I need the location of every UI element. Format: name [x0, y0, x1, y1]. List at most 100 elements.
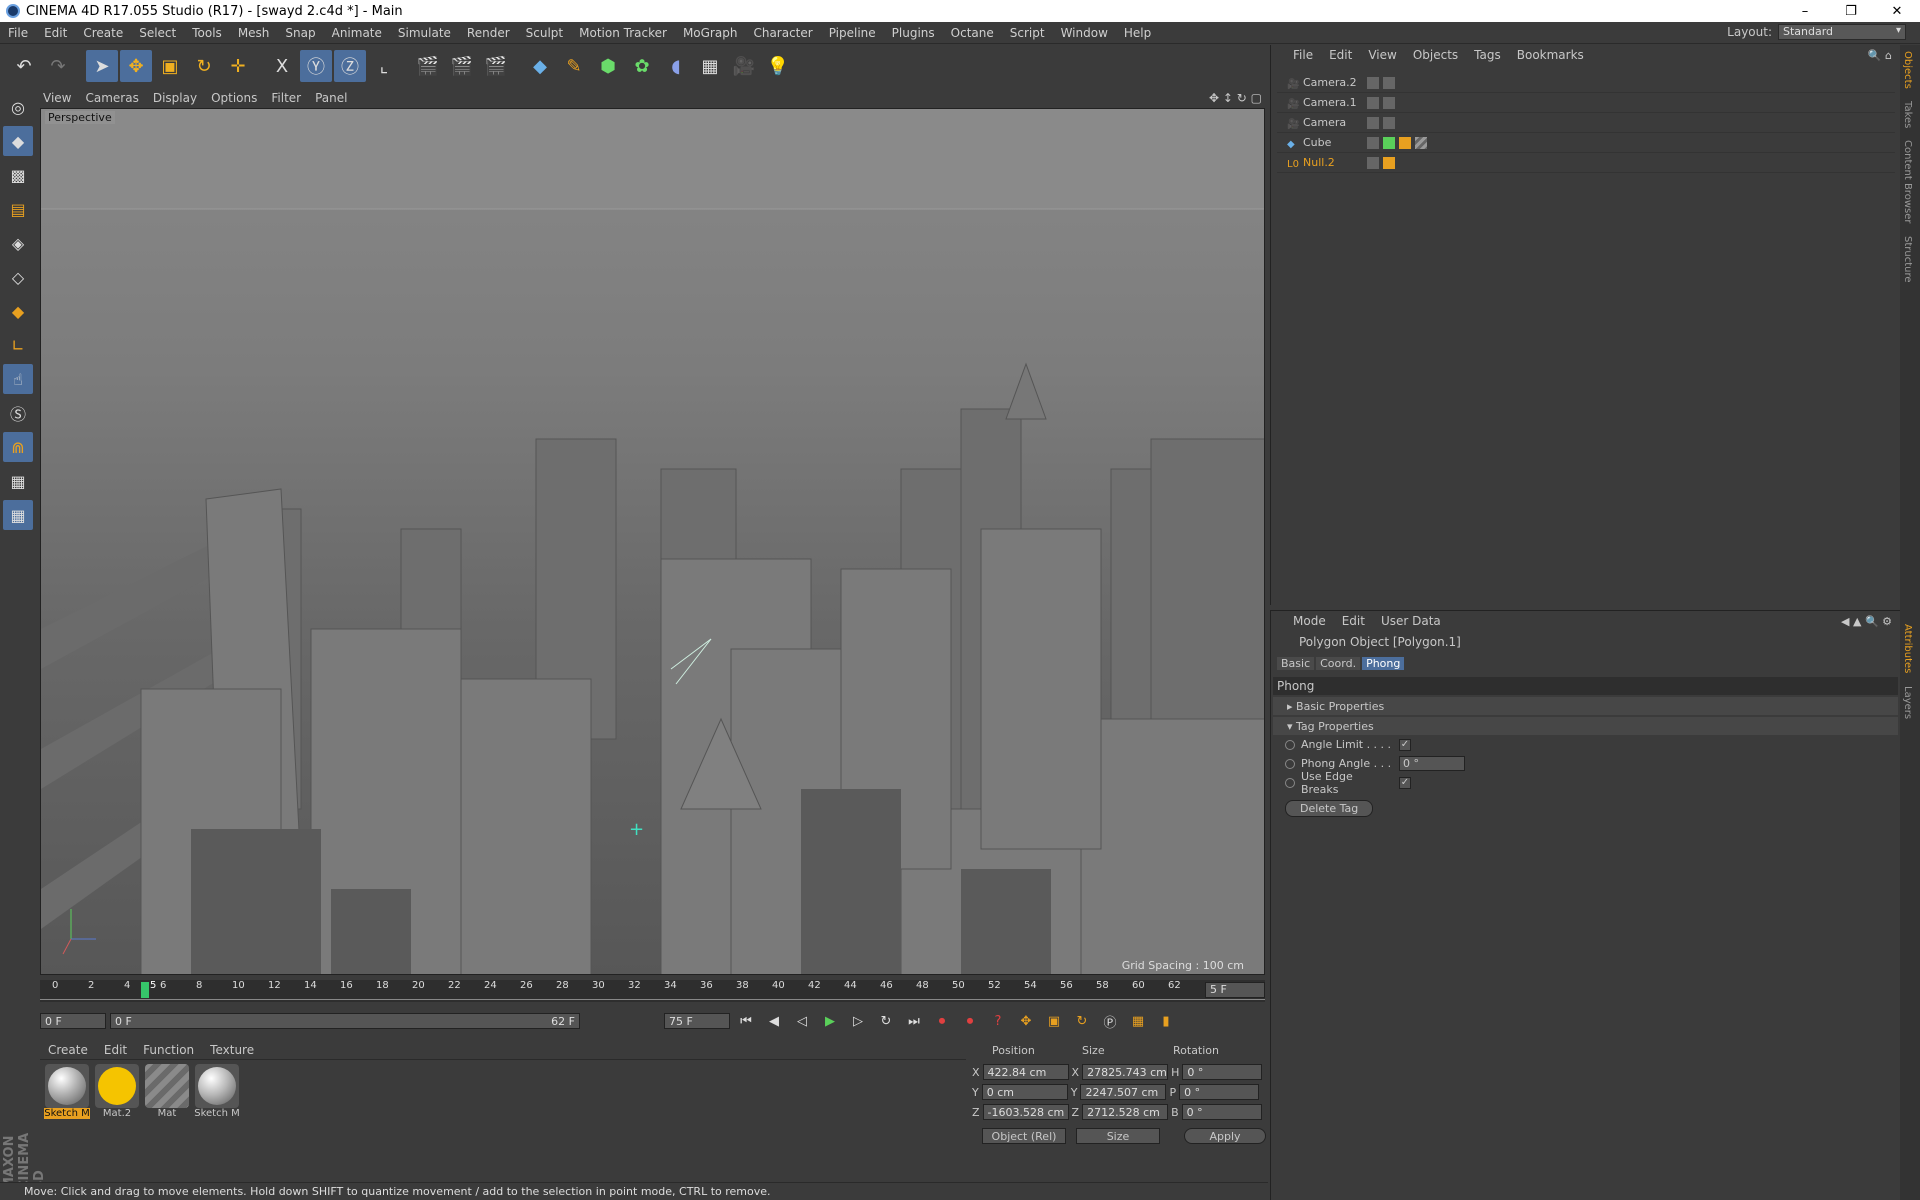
object-row-camera-2[interactable]: 🎥 Camera.2 — [1277, 73, 1895, 93]
render-view-icon[interactable]: 🎬 — [412, 50, 444, 82]
material-menu-edit[interactable]: Edit — [96, 1043, 135, 1057]
render-settings-icon[interactable]: 🎬 — [480, 50, 512, 82]
menu-mograph[interactable]: MoGraph — [675, 26, 746, 40]
menu-create[interactable]: Create — [75, 26, 131, 40]
solo-icon[interactable]: Ⓢ — [3, 398, 33, 428]
apply-button[interactable]: Apply — [1184, 1128, 1266, 1144]
key-rotation-icon[interactable]: ↻ — [1070, 1009, 1094, 1033]
key-param-icon[interactable]: Ⓟ — [1098, 1009, 1122, 1033]
position-x-field[interactable]: 422.84 cm — [982, 1064, 1069, 1080]
angle-limit-checkbox[interactable]: ✓ — [1399, 738, 1411, 751]
coordinate-system-icon[interactable]: ⌞ — [368, 50, 400, 82]
menu-sculpt[interactable]: Sculpt — [518, 26, 571, 40]
texture-mode-icon[interactable]: ▩ — [3, 160, 33, 190]
minimize-button[interactable]: – — [1782, 0, 1828, 22]
tweak-mode-icon[interactable]: ☝ — [3, 364, 33, 394]
menu-file[interactable]: File — [0, 26, 36, 40]
planar-workplane-icon[interactable]: ▦ — [3, 500, 33, 530]
model-mode-icon[interactable]: ◆ — [3, 126, 33, 156]
timeline-ruler[interactable]: 0 2 4 6 8 10 12 14 16 18 20 22 24 26 28 … — [40, 980, 1265, 1002]
menu-edit[interactable]: Edit — [36, 26, 75, 40]
om-menu-edit[interactable]: Edit — [1321, 48, 1360, 62]
side-tab-objects[interactable]: Objects — [1900, 45, 1915, 95]
material-menu-texture[interactable]: Texture — [202, 1043, 262, 1057]
keyframe-selection-icon[interactable]: ? — [986, 1009, 1010, 1033]
menu-octane[interactable]: Octane — [943, 26, 1002, 40]
animate-radio-icon[interactable] — [1285, 777, 1295, 788]
viewport-menu-filter[interactable]: Filter — [264, 91, 308, 105]
edges-mode-icon[interactable]: ◇ — [3, 262, 33, 292]
light-icon[interactable]: 💡 — [762, 50, 794, 82]
menu-mesh[interactable]: Mesh — [230, 26, 278, 40]
menu-motion-tracker[interactable]: Motion Tracker — [571, 26, 675, 40]
position-z-field[interactable]: -1603.528 cm — [982, 1104, 1069, 1120]
side-tab-structure[interactable]: Structure — [1900, 230, 1915, 289]
key-pla-icon[interactable]: ▦ — [1126, 1009, 1150, 1033]
axis-mode-icon[interactable]: ∟ — [3, 330, 33, 360]
scale-tool-icon[interactable]: ▣ — [154, 50, 186, 82]
size-y-field[interactable]: 2247.507 cm — [1080, 1084, 1167, 1100]
render-picture-viewer-icon[interactable]: 🎬 — [446, 50, 478, 82]
group-basic-properties[interactable]: ▸ Basic Properties — [1273, 697, 1898, 715]
menu-plugins[interactable]: Plugins — [884, 26, 943, 40]
object-row-camera[interactable]: 🎥 Camera — [1277, 113, 1895, 133]
timeline-window-icon[interactable]: ▮ — [1154, 1009, 1178, 1033]
menu-snap[interactable]: Snap — [277, 26, 323, 40]
rotate-tool-icon[interactable]: ↻ — [188, 50, 220, 82]
object-row-cube[interactable]: ◆ Cube — [1277, 133, 1895, 153]
move-tool-icon[interactable]: ✥ — [120, 50, 152, 82]
viewport-menu-panel[interactable]: Panel — [308, 91, 354, 105]
x-axis-icon[interactable]: X — [266, 50, 298, 82]
menu-animate[interactable]: Animate — [324, 26, 390, 40]
next-frame-icon[interactable]: ▷ — [846, 1009, 870, 1033]
object-row-null-2[interactable]: L0 Null.2 — [1277, 153, 1895, 173]
subdivision-icon[interactable]: ⬢ — [592, 50, 624, 82]
group-tag-properties[interactable]: ▾ Tag Properties — [1273, 717, 1898, 735]
material-sketch-1[interactable]: Sketch M — [44, 1064, 90, 1119]
rotation-h-field[interactable]: 0 ° — [1182, 1064, 1263, 1080]
floor-icon[interactable]: ▦ — [694, 50, 726, 82]
om-menu-tags[interactable]: Tags — [1466, 48, 1509, 62]
select-tool-icon[interactable]: ➤ — [86, 50, 118, 82]
layout-dropdown[interactable]: Standard — [1778, 24, 1906, 40]
animate-radio-icon[interactable] — [1285, 758, 1295, 769]
goto-next-key-icon[interactable]: ↻ — [874, 1009, 898, 1033]
redo-icon[interactable]: ↷ — [42, 50, 74, 82]
y-axis-icon[interactable]: Ⓨ — [300, 50, 332, 82]
delete-tag-button[interactable]: Delete Tag — [1285, 800, 1374, 817]
object-row-camera-1[interactable]: 🎥 Camera.1 — [1277, 93, 1895, 113]
rotation-p-field[interactable]: 0 ° — [1179, 1084, 1260, 1100]
camera-icon[interactable]: 🎥 — [728, 50, 760, 82]
side-tab-takes[interactable]: Takes — [1900, 95, 1915, 134]
snap-icon[interactable]: ⋒ — [3, 432, 33, 462]
perspective-viewport[interactable]: + Perspective Grid Spacing : 100 cm — [40, 108, 1265, 975]
om-menu-bookmarks[interactable]: Bookmarks — [1509, 48, 1592, 62]
goto-start-icon[interactable]: ⏮ — [734, 1009, 758, 1033]
menu-script[interactable]: Script — [1002, 26, 1053, 40]
key-position-icon[interactable]: ✥ — [1014, 1009, 1038, 1033]
side-tab-content-browser[interactable]: Content Browser — [1900, 134, 1915, 229]
menu-render[interactable]: Render — [459, 26, 518, 40]
record-icon[interactable]: ⏺ — [930, 1009, 954, 1033]
max-frame-field[interactable]: 75 F — [664, 1013, 730, 1029]
goto-prev-key-icon[interactable]: ◀︎ — [762, 1009, 786, 1033]
viewport-menu-options[interactable]: Options — [204, 91, 264, 105]
material-mat-2[interactable]: Mat.2 — [94, 1064, 140, 1119]
side-tab-attributes[interactable]: Attributes — [1900, 618, 1915, 679]
am-menu-edit[interactable]: Edit — [1334, 614, 1373, 628]
viewport-nav-icons[interactable]: ✥ ↕ ↻ ▢ — [1209, 91, 1268, 105]
pen-spline-icon[interactable]: ✎ — [558, 50, 590, 82]
menu-character[interactable]: Character — [745, 26, 820, 40]
autokey-icon[interactable]: ⏺ — [958, 1009, 982, 1033]
workplane-icon[interactable]: ▤ — [3, 194, 33, 224]
menu-pipeline[interactable]: Pipeline — [821, 26, 884, 40]
close-button[interactable]: ✕ — [1874, 0, 1920, 22]
mograph-cloner-icon[interactable]: ✿ — [626, 50, 658, 82]
menu-window[interactable]: Window — [1053, 26, 1116, 40]
viewport-menu-cameras[interactable]: Cameras — [78, 91, 145, 105]
am-nav-icons[interactable]: ◀ ▲ 🔍 ⚙ — [1841, 615, 1900, 628]
am-menu-user-data[interactable]: User Data — [1373, 614, 1449, 628]
material-sketch-2[interactable]: Sketch M — [194, 1064, 240, 1119]
side-tab-layers[interactable]: Layers — [1900, 680, 1915, 725]
key-scale-icon[interactable]: ▣ — [1042, 1009, 1066, 1033]
